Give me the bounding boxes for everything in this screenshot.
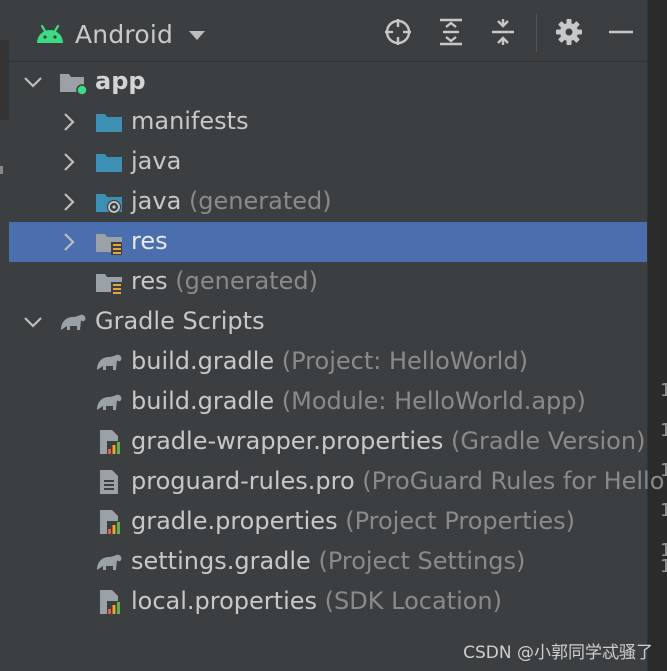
gear-icon[interactable]	[555, 18, 583, 46]
tree-node-proguard-rules[interactable]: proguard-rules.pro (ProGuard Rules for H…	[9, 462, 664, 502]
tree-node-hint: (SDK Location)	[324, 587, 502, 615]
gutter-text: 1	[660, 420, 667, 441]
folder-icon	[96, 154, 122, 172]
left-strip-mark	[0, 166, 3, 174]
gradle-elephant-icon	[97, 394, 122, 410]
chevron-right-icon[interactable]	[57, 110, 81, 134]
tree-node-hint: (Project Settings)	[318, 547, 526, 575]
text-file-icon	[100, 470, 118, 494]
properties-file-icon	[100, 430, 121, 455]
chevron-right-icon[interactable]	[57, 230, 81, 254]
expand-all-icon[interactable]	[437, 18, 465, 46]
gradle-elephant-icon	[97, 554, 122, 570]
chevron-down-icon[interactable]	[21, 70, 45, 94]
tree-node-label: local.properties (SDK Location)	[131, 587, 502, 615]
tree-node-label: app	[95, 67, 146, 95]
tree-node-hint: (ProGuard Rules for Hello	[362, 467, 665, 495]
right-editor-gutter: 1 1 1 1 1 1	[647, 0, 667, 671]
left-tool-strip	[0, 0, 9, 671]
tree-node-label: gradle-wrapper.properties (Gradle Versio…	[131, 427, 646, 455]
tree-node-settings-gradle[interactable]: settings.gradle (Project Settings)	[9, 542, 647, 582]
tree-node-hint: (Gradle Version)	[450, 427, 646, 455]
project-tool-window: Android app manifests java java (generat…	[9, 0, 664, 671]
tree-node-label: build.gradle (Project: HelloWorld)	[131, 347, 528, 375]
tree-node-label: settings.gradle (Project Settings)	[131, 547, 526, 575]
dropdown-caret-icon[interactable]	[187, 29, 207, 41]
tree-node-hint: (Project: HelloWorld)	[281, 347, 528, 375]
android-icon	[37, 24, 63, 43]
gradle-elephant-icon	[97, 354, 122, 370]
chevron-right-icon[interactable]	[57, 190, 81, 214]
resource-folder-icon	[96, 274, 122, 295]
tree-node-label: proguard-rules.pro (ProGuard Rules for H…	[131, 467, 665, 495]
tree-node-label: gradle.properties (Project Properties)	[131, 507, 575, 535]
tree-node-hint: (generated)	[175, 267, 318, 295]
generated-folder-icon	[96, 194, 122, 214]
gutter-text: 1	[660, 500, 667, 521]
tree-node-label: manifests	[131, 107, 249, 135]
properties-file-icon	[100, 510, 121, 535]
tree-node-java-generated[interactable]: java (generated)	[9, 182, 647, 222]
chevron-right-icon[interactable]	[57, 150, 81, 174]
properties-file-icon	[100, 590, 121, 615]
watermark: CSDN @小郭同学忒骚了	[463, 643, 653, 663]
tree-node-gradle-properties[interactable]: gradle.properties (Project Properties)	[9, 502, 647, 542]
tree-node-label: java	[131, 147, 182, 175]
gutter-text: 1	[660, 556, 667, 577]
tree-node-build-gradle-module[interactable]: build.gradle (Module: HelloWorld.app)	[9, 382, 647, 422]
tree-node-label: res	[131, 227, 168, 255]
collapse-all-icon[interactable]	[489, 18, 517, 46]
tree-node-app[interactable]: app	[9, 62, 647, 102]
tree-node-label: Gradle Scripts	[95, 307, 265, 335]
tree-node-hint: (Module: HelloWorld.app)	[281, 387, 586, 415]
project-toolbar: Android	[9, 0, 647, 62]
tree-node-local-properties[interactable]: local.properties (SDK Location)	[9, 582, 647, 622]
tree-node-label: build.gradle (Module: HelloWorld.app)	[131, 387, 586, 415]
chevron-down-icon[interactable]	[21, 310, 45, 334]
left-strip-segment	[0, 40, 9, 120]
folder-icon	[96, 114, 122, 132]
tree-node-manifests[interactable]: manifests	[9, 102, 647, 142]
tree-node-gradle-wrapper-properties[interactable]: gradle-wrapper.properties (Gradle Versio…	[9, 422, 647, 462]
tree-node-build-gradle-project[interactable]: build.gradle (Project: HelloWorld)	[9, 342, 647, 382]
tree-node-java[interactable]: java	[9, 142, 647, 182]
view-selector-label: Android	[75, 19, 174, 49]
tree-node-res-generated[interactable]: res (generated)	[9, 262, 647, 302]
tree-node-label: res (generated)	[131, 267, 318, 295]
locate-icon[interactable]	[384, 18, 412, 46]
toolbar-separator	[536, 14, 537, 52]
tree-node-label: java (generated)	[131, 187, 332, 215]
hide-icon[interactable]	[607, 18, 635, 46]
tree-node-gradle-scripts[interactable]: Gradle Scripts	[9, 302, 647, 342]
tree-node-hint: (generated)	[188, 187, 332, 215]
module-folder-icon	[60, 74, 88, 96]
gradle-elephant-icon	[61, 314, 86, 330]
tree-node-hint: (Project Properties)	[345, 507, 575, 535]
resource-folder-icon	[96, 234, 122, 255]
view-selector[interactable]: Android	[35, 14, 207, 54]
tree-node-res[interactable]: res	[9, 222, 647, 262]
gutter-text: 1	[660, 380, 667, 401]
